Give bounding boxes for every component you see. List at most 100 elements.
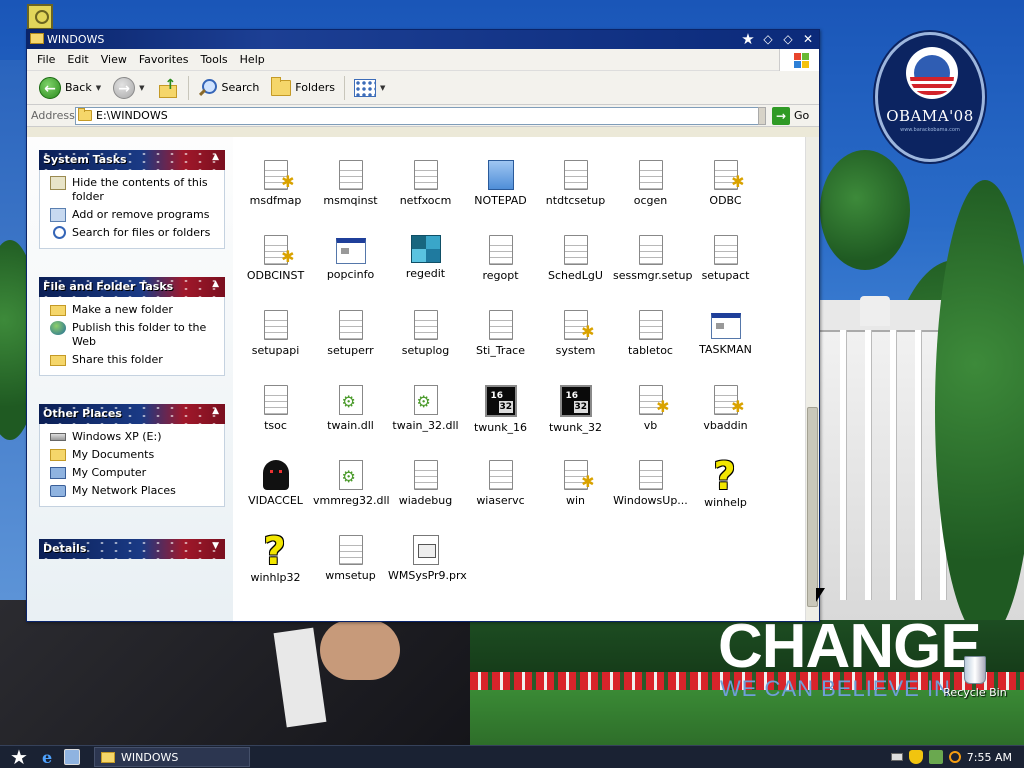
details-header[interactable]: Details ▼ bbox=[39, 539, 225, 559]
task-publish-web[interactable]: Publish this folder to the Web bbox=[50, 321, 220, 349]
clock[interactable]: 7:55 AM bbox=[967, 751, 1012, 764]
address-dropdown[interactable] bbox=[758, 106, 766, 125]
keyboard-icon[interactable] bbox=[890, 753, 903, 761]
file-folder-tasks-header[interactable]: File and Folder Tasks ▲ bbox=[39, 277, 225, 297]
file-item[interactable]: ntdtcsetup bbox=[538, 160, 613, 207]
start-button[interactable]: ★ bbox=[6, 746, 32, 768]
minimize-button[interactable]: ◇ bbox=[760, 31, 776, 47]
file-name: wmsetup bbox=[325, 569, 376, 582]
collapse-chevron-icon[interactable]: ▲ bbox=[212, 279, 219, 289]
file-item[interactable]: ODBC bbox=[688, 160, 763, 207]
file-item[interactable]: Sti_Trace bbox=[463, 310, 538, 357]
file-item[interactable]: 16 32 twunk_16 bbox=[463, 385, 538, 434]
file-item[interactable]: vmmreg32.dll bbox=[313, 460, 390, 507]
file-item[interactable]: wiaservc bbox=[463, 460, 538, 507]
file-item[interactable]: vbaddin bbox=[688, 385, 763, 432]
expand-chevron-icon[interactable]: ▼ bbox=[212, 541, 219, 551]
explorer-window[interactable]: WINDOWS ★ ◇ ◇ ✕ File Edit View Favorites… bbox=[26, 29, 820, 622]
quicklaunch-icon[interactable] bbox=[64, 749, 80, 765]
views-button[interactable]: ▼ bbox=[348, 74, 391, 102]
file-item[interactable]: msmqinst bbox=[313, 160, 388, 207]
other-places-header[interactable]: Other Places ▲ bbox=[39, 404, 225, 424]
forward-dropdown-icon[interactable]: ▼ bbox=[139, 84, 144, 92]
back-button[interactable]: ← Back ▼ bbox=[33, 74, 107, 102]
file-item[interactable]: twain.dll bbox=[313, 385, 388, 432]
file-item[interactable]: tsoc bbox=[238, 385, 313, 432]
folders-button[interactable]: Folders bbox=[265, 74, 341, 102]
file-item[interactable]: msdfmap bbox=[238, 160, 313, 207]
place-my-computer[interactable]: My Computer bbox=[50, 466, 220, 480]
up-button[interactable]: ↑ bbox=[151, 74, 185, 102]
file-item[interactable]: sessmgr.setup bbox=[613, 235, 692, 282]
place-windows-drive[interactable]: Windows XP (E:) bbox=[50, 430, 220, 444]
network-icon[interactable] bbox=[928, 750, 943, 764]
file-item[interactable]: setuplog bbox=[388, 310, 463, 357]
close-button[interactable]: ✕ bbox=[800, 31, 816, 47]
file-item[interactable]: setupapi bbox=[238, 310, 313, 357]
file-item[interactable]: setuperr bbox=[313, 310, 388, 357]
menu-help[interactable]: Help bbox=[234, 53, 271, 66]
file-item[interactable]: win bbox=[538, 460, 613, 507]
window-star-button[interactable]: ★ bbox=[740, 31, 756, 47]
details-title: Details bbox=[43, 542, 87, 555]
search-icon[interactable] bbox=[948, 751, 961, 763]
menu-view[interactable]: View bbox=[95, 53, 133, 66]
vertical-scrollbar[interactable] bbox=[805, 137, 819, 621]
doc-config-icon bbox=[713, 385, 745, 416]
file-item[interactable]: twain_32.dll bbox=[388, 385, 463, 432]
scrollbar-thumb[interactable] bbox=[807, 407, 818, 607]
file-item[interactable]: popcinfo bbox=[313, 235, 388, 281]
views-dropdown-icon[interactable]: ▼ bbox=[380, 84, 385, 92]
file-item[interactable]: wmsetup bbox=[313, 535, 388, 582]
file-item[interactable]: NOTEPAD bbox=[463, 160, 538, 207]
file-item[interactable]: system bbox=[538, 310, 613, 357]
menu-edit[interactable]: Edit bbox=[61, 53, 94, 66]
task-new-folder[interactable]: Make a new folder bbox=[50, 303, 220, 317]
file-item[interactable]: VIDACCEL bbox=[238, 460, 313, 507]
desktop-shortcut-icon[interactable] bbox=[27, 4, 53, 30]
collapse-chevron-icon[interactable]: ▲ bbox=[212, 406, 219, 416]
file-item[interactable]: WMSysPr9.prx bbox=[388, 535, 467, 582]
file-item[interactable]: vb bbox=[613, 385, 688, 432]
file-item[interactable]: tabletoc bbox=[613, 310, 688, 357]
recycle-bin[interactable]: Recycle Bin bbox=[940, 656, 1010, 699]
file-item[interactable]: winhlp32 bbox=[238, 529, 313, 584]
file-item[interactable]: SchedLgU bbox=[538, 235, 613, 282]
doc-config-icon bbox=[638, 385, 670, 416]
search-button[interactable]: Search bbox=[192, 74, 266, 102]
system-tasks-header[interactable]: System Tasks ▲ bbox=[39, 150, 225, 170]
task-search-files[interactable]: Search for files or folders bbox=[50, 226, 220, 240]
file-item[interactable]: setupact bbox=[688, 235, 763, 282]
doc-config-icon bbox=[563, 310, 595, 341]
back-dropdown-icon[interactable]: ▼ bbox=[96, 84, 101, 92]
title-bar[interactable]: WINDOWS ★ ◇ ◇ ✕ bbox=[27, 30, 819, 49]
security-shield-icon[interactable] bbox=[908, 750, 923, 764]
collapse-chevron-icon[interactable]: ▲ bbox=[212, 152, 219, 162]
forward-button[interactable]: → ▼ bbox=[107, 74, 150, 102]
place-my-documents[interactable]: My Documents bbox=[50, 448, 220, 462]
file-item[interactable]: TASKMAN bbox=[688, 310, 763, 356]
file-item[interactable]: 16 32 twunk_32 bbox=[538, 385, 613, 434]
file-item[interactable]: WindowsUp... bbox=[613, 460, 688, 507]
file-item[interactable]: winhelp bbox=[688, 454, 763, 509]
file-item[interactable]: netfxocm bbox=[388, 160, 463, 207]
file-name: netfxocm bbox=[399, 194, 452, 207]
file-item[interactable]: regopt bbox=[463, 235, 538, 282]
maximize-button[interactable]: ◇ bbox=[780, 31, 796, 47]
go-button[interactable]: → Go bbox=[772, 106, 810, 125]
go-label: Go bbox=[794, 109, 810, 122]
menu-favorites[interactable]: Favorites bbox=[133, 53, 195, 66]
task-add-remove-programs[interactable]: Add or remove programs bbox=[50, 208, 220, 222]
task-share-folder[interactable]: Share this folder bbox=[50, 353, 220, 367]
place-network[interactable]: My Network Places bbox=[50, 484, 220, 498]
menu-tools[interactable]: Tools bbox=[195, 53, 234, 66]
file-item[interactable]: wiadebug bbox=[388, 460, 463, 507]
file-item[interactable]: regedit bbox=[388, 235, 463, 280]
menu-file[interactable]: File bbox=[31, 53, 61, 66]
internet-explorer-icon[interactable]: e bbox=[42, 749, 60, 767]
address-input[interactable]: E:\WINDOWS bbox=[75, 106, 759, 125]
file-item[interactable]: ocgen bbox=[613, 160, 688, 207]
taskbar-window-button[interactable]: WINDOWS bbox=[94, 747, 250, 767]
task-hide-contents[interactable]: Hide the contents of this folder bbox=[50, 176, 220, 204]
file-item[interactable]: ODBCINST bbox=[238, 235, 313, 282]
